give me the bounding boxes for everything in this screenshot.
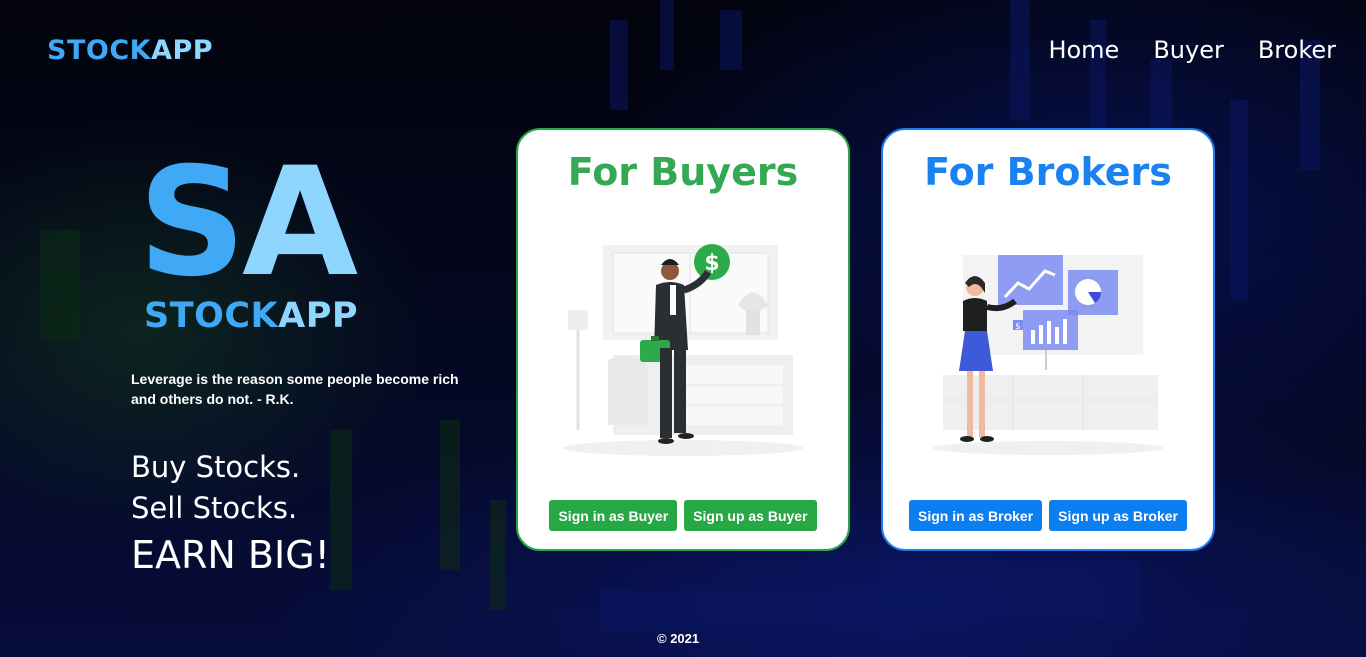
businesswoman-with-charts-illustration: $	[923, 235, 1177, 455]
nav-link-broker[interactable]: Broker	[1258, 36, 1336, 64]
main-nav: Home Buyer Broker	[1048, 36, 1336, 64]
broker-card-title: For Brokers	[924, 150, 1172, 194]
hero-logo-name: STOCKAPP	[144, 296, 358, 336]
businessman-with-money-illustration: $	[558, 235, 812, 456]
tagline-buy: Buy Stocks.	[131, 450, 301, 484]
brand-text-stock: STOCK	[47, 35, 152, 66]
nav-link-buyer[interactable]: Buyer	[1153, 36, 1224, 64]
broker-card: For Brokers $ Sign in as Broker Sign up …	[881, 128, 1215, 551]
sign-up-buyer-button[interactable]: Sign up as Buyer	[684, 500, 817, 531]
logo-name-app: APP	[278, 296, 359, 336]
logo-name-stock: STOCK	[144, 296, 279, 336]
logo-initial-s: S	[138, 136, 246, 310]
copyright-text: © 2021	[657, 631, 700, 646]
navbar-brand[interactable]: STOCKAPP	[47, 35, 213, 66]
tagline-earn: EARN BIG!	[131, 533, 330, 577]
sign-in-broker-button[interactable]: Sign in as Broker	[909, 500, 1043, 531]
tagline-sell: Sell Stocks.	[131, 491, 298, 525]
buyer-card-title: For Buyers	[567, 150, 799, 194]
logo-initial-a: A	[242, 136, 358, 310]
svg-text:$: $	[1015, 322, 1021, 332]
hero-quote: Leverage is the reason some people becom…	[131, 371, 459, 407]
sign-in-buyer-button[interactable]: Sign in as Buyer	[549, 500, 678, 531]
buyer-card-actions: Sign in as Buyer Sign up as Buyer	[518, 500, 848, 531]
nav-link-home[interactable]: Home	[1048, 36, 1119, 64]
hero-logo-initials: SA	[138, 148, 358, 298]
buyer-card: For Buyers $ Sign in as Buyer Sign up as…	[516, 128, 850, 551]
broker-card-actions: Sign in as Broker Sign up as Broker	[883, 500, 1213, 531]
brand-text-app: APP	[151, 35, 214, 66]
sign-up-broker-button[interactable]: Sign up as Broker	[1049, 500, 1187, 531]
